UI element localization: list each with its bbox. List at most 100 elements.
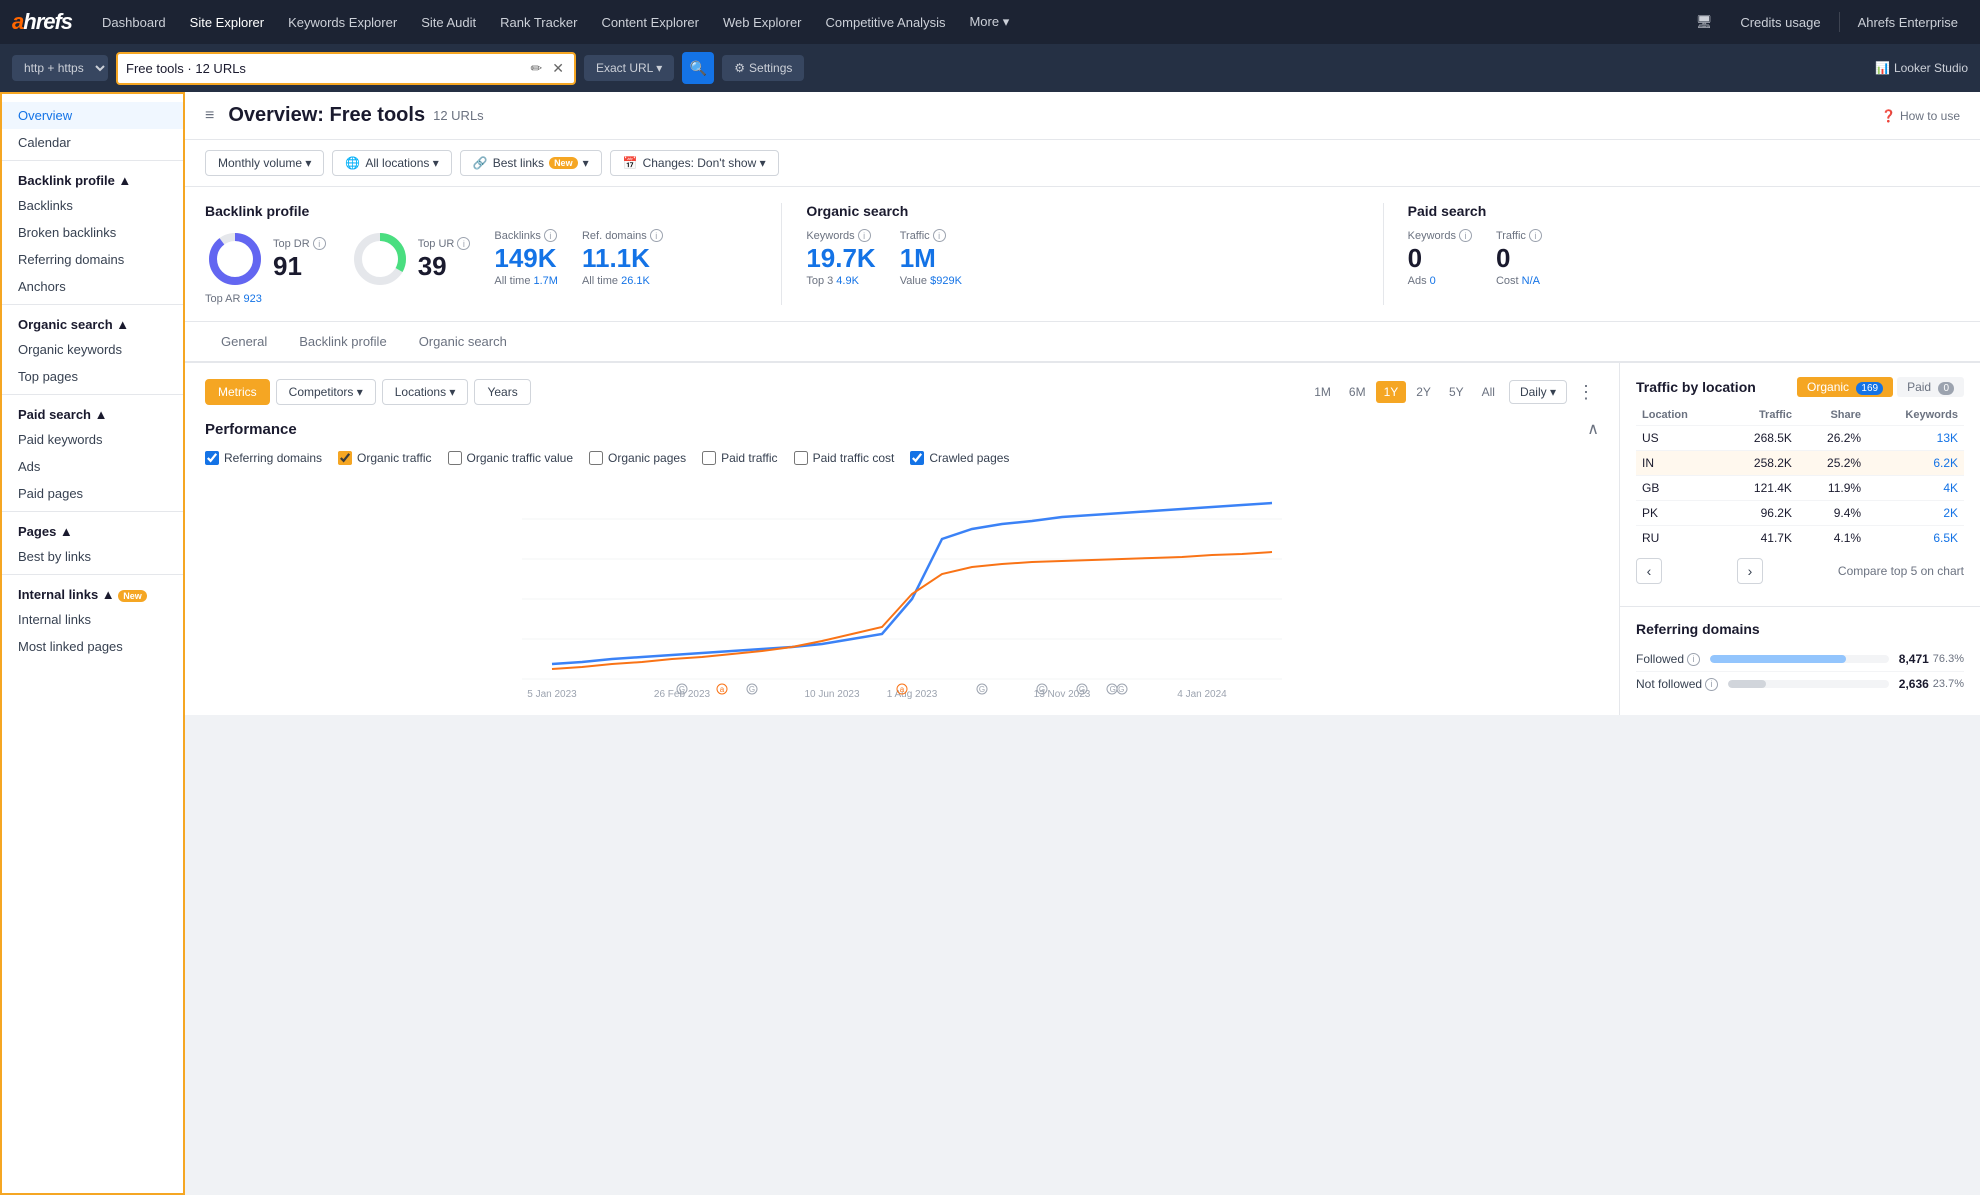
table-row[interactable]: IN 258.2K 25.2% 6.2K — [1636, 451, 1964, 476]
keywords-cell[interactable]: 6.2K — [1867, 451, 1964, 476]
metrics-button[interactable]: Metrics — [205, 379, 270, 405]
daily-button[interactable]: Daily ▾ — [1509, 380, 1567, 404]
period-6m[interactable]: 6M — [1341, 381, 1374, 403]
checkbox-organic-traffic-input[interactable] — [338, 451, 352, 465]
sidebar-item-internal-links[interactable]: Internal links — [2, 606, 183, 633]
period-all[interactable]: All — [1474, 381, 1503, 403]
filter-bar: Monthly volume ▾ 🌐 All locations ▾ 🔗 Bes… — [185, 140, 1980, 187]
period-5y[interactable]: 5Y — [1441, 381, 1472, 403]
nav-rank-tracker[interactable]: Rank Tracker — [490, 9, 587, 36]
paid-traffic-info-icon[interactable]: i — [1529, 229, 1542, 242]
checkbox-crawled-pages[interactable]: Crawled pages — [910, 451, 1009, 465]
sidebar-item-calendar[interactable]: Calendar — [2, 129, 183, 156]
period-2y[interactable]: 2Y — [1408, 381, 1439, 403]
checkbox-crawled-pages-input[interactable] — [910, 451, 924, 465]
table-row[interactable]: US 268.5K 26.2% 13K — [1636, 426, 1964, 451]
sidebar-item-organic-keywords[interactable]: Organic keywords — [2, 336, 183, 363]
best-links-button[interactable]: 🔗 Best links New ▾ — [460, 150, 602, 176]
period-1y[interactable]: 1Y — [1376, 381, 1407, 403]
table-row[interactable]: PK 96.2K 9.4% 2K — [1636, 501, 1964, 526]
plan-button[interactable]: Ahrefs Enterprise — [1848, 10, 1968, 35]
sidebar-item-overview[interactable]: Overview — [2, 102, 183, 129]
checkbox-paid-traffic-cost-input[interactable] — [794, 451, 808, 465]
sidebar-item-referring-domains[interactable]: Referring domains — [2, 246, 183, 273]
keywords-cell[interactable]: 6.5K — [1867, 526, 1964, 551]
nav-dashboard[interactable]: Dashboard — [92, 9, 176, 36]
ur-info-icon[interactable]: i — [457, 237, 470, 250]
next-arrow[interactable]: › — [1737, 558, 1763, 584]
period-1m[interactable]: 1M — [1306, 381, 1339, 403]
competitors-button[interactable]: Competitors ▾ — [276, 379, 376, 405]
backlinks-alltime: All time 1.7M — [494, 275, 558, 287]
link-icon: 🔗 — [473, 156, 488, 170]
protocol-select[interactable]: http + https — [12, 55, 108, 81]
hamburger-icon[interactable]: ≡ — [205, 107, 214, 125]
looker-studio-button[interactable]: 📊 Looker Studio — [1875, 61, 1968, 75]
checkbox-organic-pages-input[interactable] — [589, 451, 603, 465]
sidebar-item-broken-backlinks[interactable]: Broken backlinks — [2, 219, 183, 246]
locations-button[interactable]: Locations ▾ — [382, 379, 469, 405]
checkbox-organic-traffic-value[interactable]: Organic traffic value — [448, 451, 574, 465]
dr-info-icon[interactable]: i — [313, 237, 326, 250]
organic-toggle-button[interactable]: Organic 169 — [1797, 377, 1893, 397]
performance-chart: 5 Jan 2023 26 Feb 2023 10 Jun 2023 1 Aug… — [205, 479, 1599, 699]
all-locations-button[interactable]: 🌐 All locations ▾ — [332, 150, 451, 176]
sidebar-item-best-by-links[interactable]: Best by links — [2, 543, 183, 570]
svg-text:G G: G G — [1110, 685, 1125, 694]
ref-domains-info-icon[interactable]: i — [650, 229, 663, 242]
checkbox-paid-traffic-cost[interactable]: Paid traffic cost — [794, 451, 895, 465]
sidebar-item-anchors[interactable]: Anchors — [2, 273, 183, 300]
exact-url-button[interactable]: Exact URL ▾ — [584, 55, 674, 81]
checkbox-paid-traffic[interactable]: Paid traffic — [702, 451, 777, 465]
keywords-cell[interactable]: 4K — [1867, 476, 1964, 501]
monthly-volume-button[interactable]: Monthly volume ▾ — [205, 150, 324, 176]
tab-organic-search[interactable]: Organic search — [403, 322, 523, 363]
kw-info-icon[interactable]: i — [858, 229, 871, 242]
checkbox-organic-traffic-value-input[interactable] — [448, 451, 462, 465]
sidebar-item-most-linked-pages[interactable]: Most linked pages — [2, 633, 183, 660]
traffic-info-icon[interactable]: i — [933, 229, 946, 242]
prev-arrow[interactable]: ‹ — [1636, 558, 1662, 584]
traffic-cell: 96.2K — [1723, 501, 1798, 526]
tab-general[interactable]: General — [205, 322, 283, 363]
ref-info-icon[interactable]: i — [1687, 653, 1700, 666]
sidebar-item-top-pages[interactable]: Top pages — [2, 363, 183, 390]
sidebar-item-paid-keywords[interactable]: Paid keywords — [2, 426, 183, 453]
changes-button[interactable]: 📅 Changes: Don't show ▾ — [610, 150, 779, 176]
sidebar-item-ads[interactable]: Ads — [2, 453, 183, 480]
checkbox-organic-pages[interactable]: Organic pages — [589, 451, 686, 465]
tab-backlink-profile[interactable]: Backlink profile — [283, 322, 402, 363]
organic-traffic-stat: Traffic i 1M Value $929K — [900, 229, 962, 287]
backlinks-info-icon[interactable]: i — [544, 229, 557, 242]
paid-toggle-button[interactable]: Paid 0 — [1897, 377, 1964, 397]
checkbox-paid-traffic-input[interactable] — [702, 451, 716, 465]
table-row[interactable]: RU 41.7K 4.1% 6.5K — [1636, 526, 1964, 551]
url-input[interactable] — [126, 61, 523, 76]
checkbox-referring-domains[interactable]: Referring domains — [205, 451, 322, 465]
checkbox-organic-traffic[interactable]: Organic traffic — [338, 451, 431, 465]
nav-site-explorer[interactable]: Site Explorer — [180, 9, 274, 36]
more-options-button[interactable]: ⋮ — [1573, 382, 1599, 403]
nav-site-audit[interactable]: Site Audit — [411, 9, 486, 36]
nav-content-explorer[interactable]: Content Explorer — [591, 9, 709, 36]
settings-button[interactable]: ⚙ Settings — [722, 55, 804, 81]
nav-web-explorer[interactable]: Web Explorer — [713, 9, 812, 36]
credits-usage-button[interactable]: Credits usage — [1730, 10, 1830, 35]
table-row[interactable]: GB 121.4K 11.9% 4K — [1636, 476, 1964, 501]
keywords-cell[interactable]: 13K — [1867, 426, 1964, 451]
nav-keywords-explorer[interactable]: Keywords Explorer — [278, 9, 407, 36]
edit-icon[interactable]: ✏ — [529, 58, 545, 79]
close-icon[interactable]: ✕ — [550, 58, 566, 79]
keywords-cell[interactable]: 2K — [1867, 501, 1964, 526]
search-button[interactable]: 🔍 — [682, 52, 714, 84]
years-button[interactable]: Years — [474, 379, 530, 405]
ref-info-icon[interactable]: i — [1705, 678, 1718, 691]
checkbox-referring-domains-input[interactable] — [205, 451, 219, 465]
nav-more[interactable]: More ▾ — [959, 8, 1019, 36]
sidebar-item-backlinks[interactable]: Backlinks — [2, 192, 183, 219]
sidebar-item-paid-pages[interactable]: Paid pages — [2, 480, 183, 507]
collapse-button[interactable]: ∧ — [1587, 419, 1599, 439]
how-to-use-button[interactable]: ❓ How to use — [1881, 109, 1960, 123]
paid-kw-info-icon[interactable]: i — [1459, 229, 1472, 242]
nav-competitive-analysis[interactable]: Competitive Analysis — [816, 9, 956, 36]
